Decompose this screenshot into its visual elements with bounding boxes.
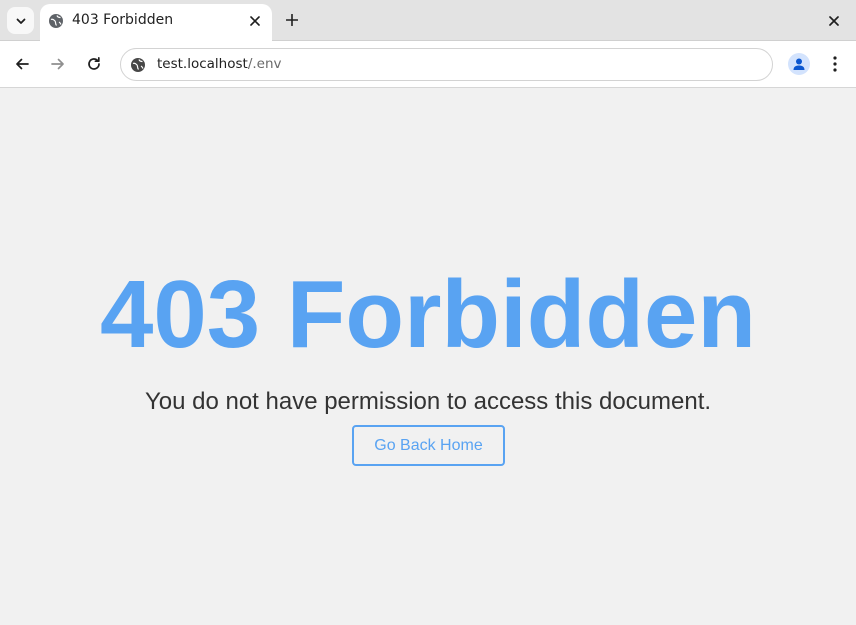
active-tab[interactable]: 403 Forbidden [40,4,272,41]
close-icon [250,16,260,26]
url-text[interactable]: test.localhost/.env [157,56,282,72]
close-icon [829,16,839,26]
plus-icon [286,14,298,26]
browser-menu-button[interactable] [826,53,844,75]
error-message: You do not have permission to access thi… [144,388,712,415]
back-button[interactable] [11,53,33,75]
window-close-button[interactable] [824,11,844,31]
browser-toolbar: test.localhost/.env [0,41,856,88]
kebab-menu-icon [833,56,837,72]
go-back-home-button[interactable]: Go Back Home [352,425,505,466]
tab-list-button[interactable] [7,7,34,34]
site-info-button[interactable] [130,57,146,73]
chevron-down-icon [16,18,25,24]
globe-icon [131,58,145,72]
reload-icon [88,56,100,70]
new-tab-button[interactable] [282,10,302,30]
url-host: test.localhost [157,56,248,72]
person-icon [793,58,805,70]
globe-icon [48,13,64,29]
arrow-left-icon [16,58,29,70]
profile-button[interactable] [788,53,810,75]
url-path: /.env [247,56,282,72]
tab-title: 403 Forbidden [72,12,174,28]
tab-close-button[interactable] [246,12,264,30]
page-content: 403 Forbidden You do not have permission… [0,88,856,625]
tab-strip: 403 Forbidden [0,0,856,41]
error-heading: 403 Forbidden [99,261,757,368]
reload-button[interactable] [83,53,105,75]
forward-button[interactable] [47,53,69,75]
arrow-right-icon [51,58,64,70]
address-bar[interactable]: test.localhost/.env [120,48,773,81]
